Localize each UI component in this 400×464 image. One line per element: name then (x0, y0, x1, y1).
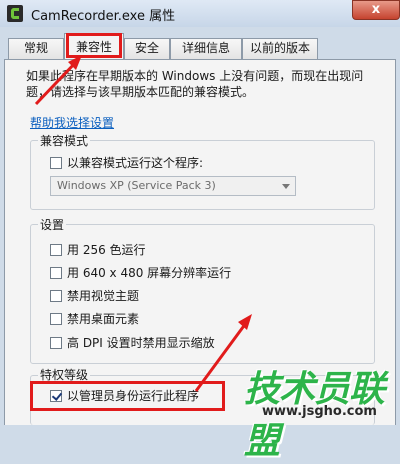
arrow-to-tab (34, 55, 82, 106)
watermark-url: www.jsgho.com (262, 404, 377, 419)
